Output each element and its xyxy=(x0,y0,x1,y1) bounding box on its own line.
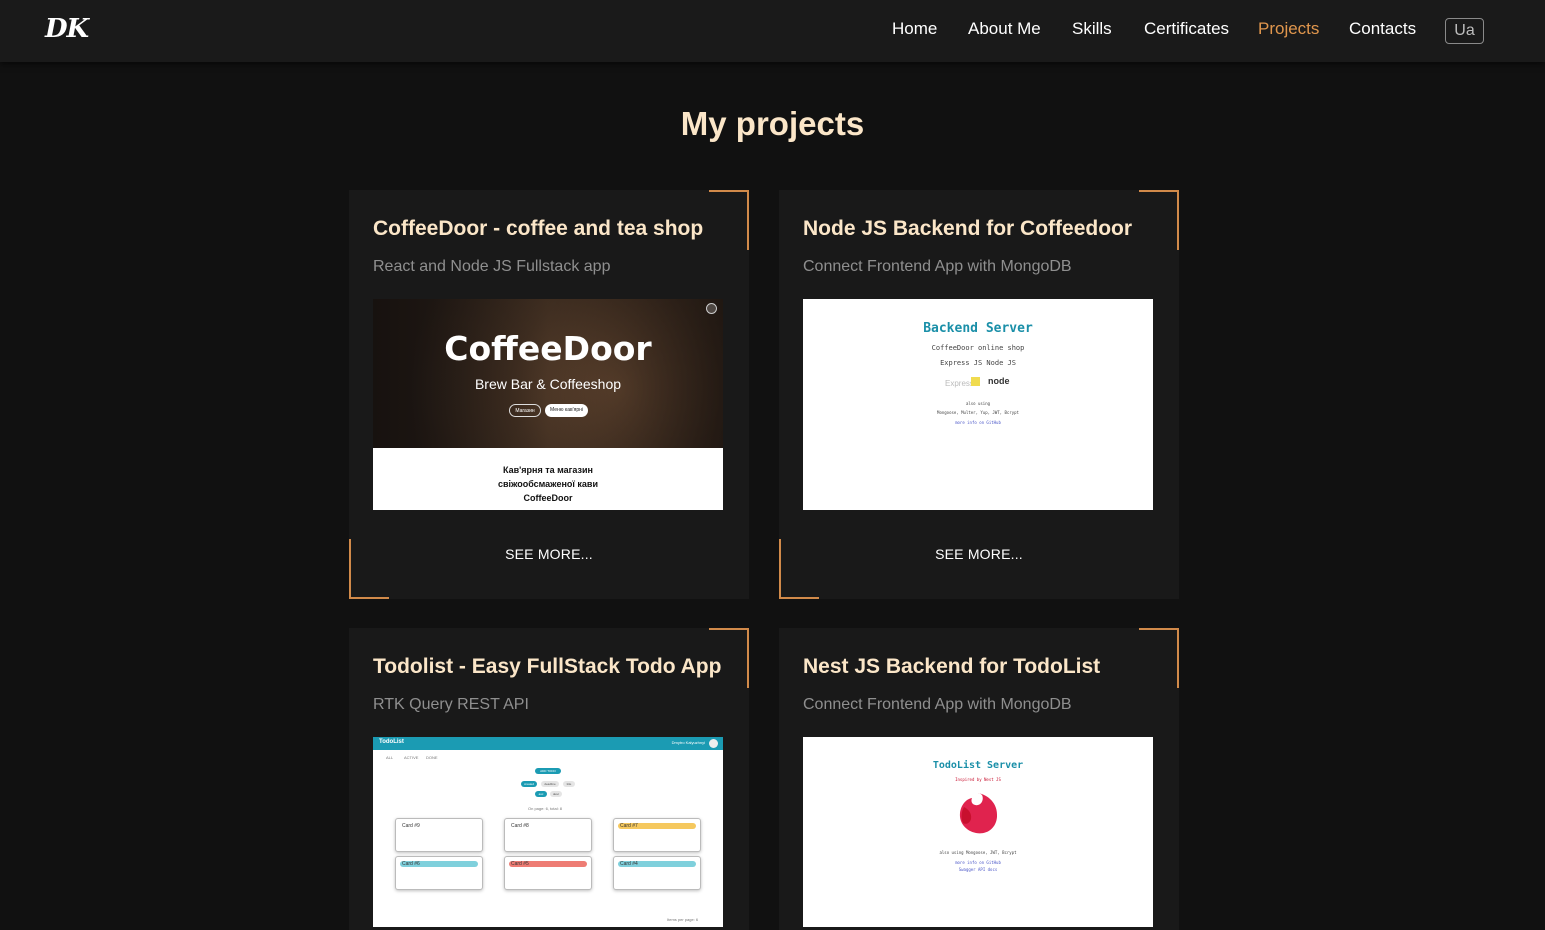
project-card-todolist: Todolist - Easy FullStack Todo App RTK Q… xyxy=(349,628,749,930)
preview-line: Express JS Node JS xyxy=(940,359,1016,367)
project-subtitle: Connect Frontend App with MongoDB xyxy=(803,696,1072,713)
see-more-link[interactable]: SEE MORE... xyxy=(779,546,1179,562)
preview-shop-button: Магазин xyxy=(509,404,541,417)
preview-line: also using Mongoose, JWT, Bcrypt xyxy=(939,850,1017,855)
preview-username: Dmytro Kalyuzhnyi xyxy=(671,740,705,745)
project-subtitle: RTK Query REST API xyxy=(373,696,529,713)
server-page-preview: TodoList Server Inspired by Nest JS also… xyxy=(803,737,1153,927)
preview-brand: TodoList xyxy=(379,739,404,745)
preview-card: Card #5 xyxy=(504,856,592,890)
project-preview-image[interactable]: TodoList Dmytro Kalyuzhnyi ALL ACTIVE DO… xyxy=(373,737,723,927)
project-subtitle: Connect Frontend App with MongoDB xyxy=(803,258,1072,275)
preview-bottom-line: свіжообсмаженої кави xyxy=(498,479,598,489)
project-title: Todolist - Easy FullStack Todo App xyxy=(373,655,722,678)
preview-card-title: Card #6 xyxy=(400,861,478,867)
navbar: DK Home About Me Skills Certificates Pro… xyxy=(0,0,1545,62)
nav-contacts[interactable]: Contacts xyxy=(1349,19,1416,39)
express-logo-icon: Express xyxy=(945,379,974,388)
project-title: Node JS Backend for Coffeedoor xyxy=(803,217,1133,240)
preview-heading: TodoList Server xyxy=(932,760,1024,771)
menu-icon xyxy=(706,303,717,314)
preview-filter: title xyxy=(563,781,575,787)
corner-decoration xyxy=(1139,190,1179,250)
nav-projects[interactable]: Projects xyxy=(1258,19,1319,39)
project-card-nest-backend: Nest JS Backend for TodoList Connect Fro… xyxy=(779,628,1179,930)
project-card-node-backend: Node JS Backend for Coffeedoor Connect F… xyxy=(779,190,1179,599)
preview-card-title: Card #5 xyxy=(509,861,587,867)
preview-bottom-line: CoffeeDoor xyxy=(523,493,573,503)
preview-menu-button: Меню кав'ярні xyxy=(545,404,588,417)
main-nav: Home About Me Skills Certificates Projec… xyxy=(0,19,1545,43)
preview-line: Inspired by Nest JS xyxy=(955,777,1001,782)
server-page-preview: Backend Server CoffeeDoor online shop Ex… xyxy=(803,299,1153,510)
nestjs-logo-icon xyxy=(959,793,998,834)
preview-line: Mongoose, Multer, Yup, JWT, Bcrypt xyxy=(937,410,1019,415)
preview-tagline: Brew Bar & Coffeeshop xyxy=(474,376,622,392)
preview-line: CoffeeDoor online shop xyxy=(931,344,1025,352)
preview-tab: ALL xyxy=(386,755,394,760)
js-logo-icon xyxy=(971,377,980,386)
nav-skills[interactable]: Skills xyxy=(1072,19,1112,39)
preview-pagination: Items per page: 6 xyxy=(667,917,699,922)
corner-decoration xyxy=(709,190,749,250)
preview-sort: asc xyxy=(535,791,547,797)
todolist-app-preview: TodoList Dmytro Kalyuzhnyi ALL ACTIVE DO… xyxy=(373,737,723,927)
preview-card: Card #8 xyxy=(504,818,592,852)
preview-tab: DONE xyxy=(426,755,438,760)
preview-card: Card #6 xyxy=(395,856,483,890)
preview-filter: deadline xyxy=(541,781,559,787)
preview-link: more info on GitHub xyxy=(955,860,1001,865)
nav-about-me[interactable]: About Me xyxy=(968,19,1041,39)
preview-filter: created xyxy=(521,781,537,787)
preview-link: Swagger API docs xyxy=(958,867,998,872)
project-title: Nest JS Backend for TodoList xyxy=(803,655,1101,678)
project-preview-image[interactable]: CoffeeDoor Brew Bar & Coffeeshop Магазин… xyxy=(373,299,723,510)
preview-card: Card #9 xyxy=(395,818,483,852)
preview-card: Card #4 xyxy=(613,856,701,890)
see-more-link[interactable]: SEE MORE... xyxy=(349,546,749,562)
coffee-hero-photo: CoffeeDoor Brew Bar & Coffeeshop Магазин… xyxy=(373,299,723,448)
preview-card-title: Card #4 xyxy=(618,861,696,867)
corner-decoration xyxy=(1139,628,1179,688)
preview-card-title: Card #7 xyxy=(618,823,696,829)
preview-add-button: ADD TODO xyxy=(535,768,561,774)
preview-heading: CoffeeDoor xyxy=(444,329,652,368)
preview-line: also using xyxy=(965,401,991,406)
preview-bottom-line: Кав'ярня та магазин xyxy=(503,465,593,475)
preview-link: more info on GitHub xyxy=(955,420,1001,425)
project-preview-image[interactable]: TodoList Server Inspired by Nest JS also… xyxy=(803,737,1153,927)
preview-card: Card #7 xyxy=(613,818,701,852)
node-logo-icon: node xyxy=(988,376,1010,386)
nav-home[interactable]: Home xyxy=(892,19,937,39)
preview-heading: Backend Server xyxy=(923,321,1033,336)
nav-certificates[interactable]: Certificates xyxy=(1144,19,1229,39)
preview-card-title: Card #9 xyxy=(402,823,420,829)
preview-page-info: On page: 6, total: 8 xyxy=(528,806,563,811)
preview-app-bar: TodoList Dmytro Kalyuzhnyi xyxy=(373,737,723,750)
project-preview-image[interactable]: Backend Server CoffeeDoor online shop Ex… xyxy=(803,299,1153,510)
preview-tab: ACTIVE xyxy=(404,755,419,760)
page-title: My projects xyxy=(680,105,865,142)
project-title: CoffeeDoor - coffee and tea shop xyxy=(373,217,704,240)
project-subtitle: React and Node JS Fullstack app xyxy=(373,258,611,275)
preview-sort: desc xyxy=(550,791,562,797)
preview-bottom-section: Кав'ярня та магазин свіжообсмаженої кави… xyxy=(373,448,723,510)
preview-card-title: Card #8 xyxy=(511,823,529,829)
avatar-icon xyxy=(709,739,718,748)
language-toggle-button[interactable]: Ua xyxy=(1445,18,1484,44)
project-card-coffeedoor: CoffeeDoor - coffee and tea shop React a… xyxy=(349,190,749,599)
